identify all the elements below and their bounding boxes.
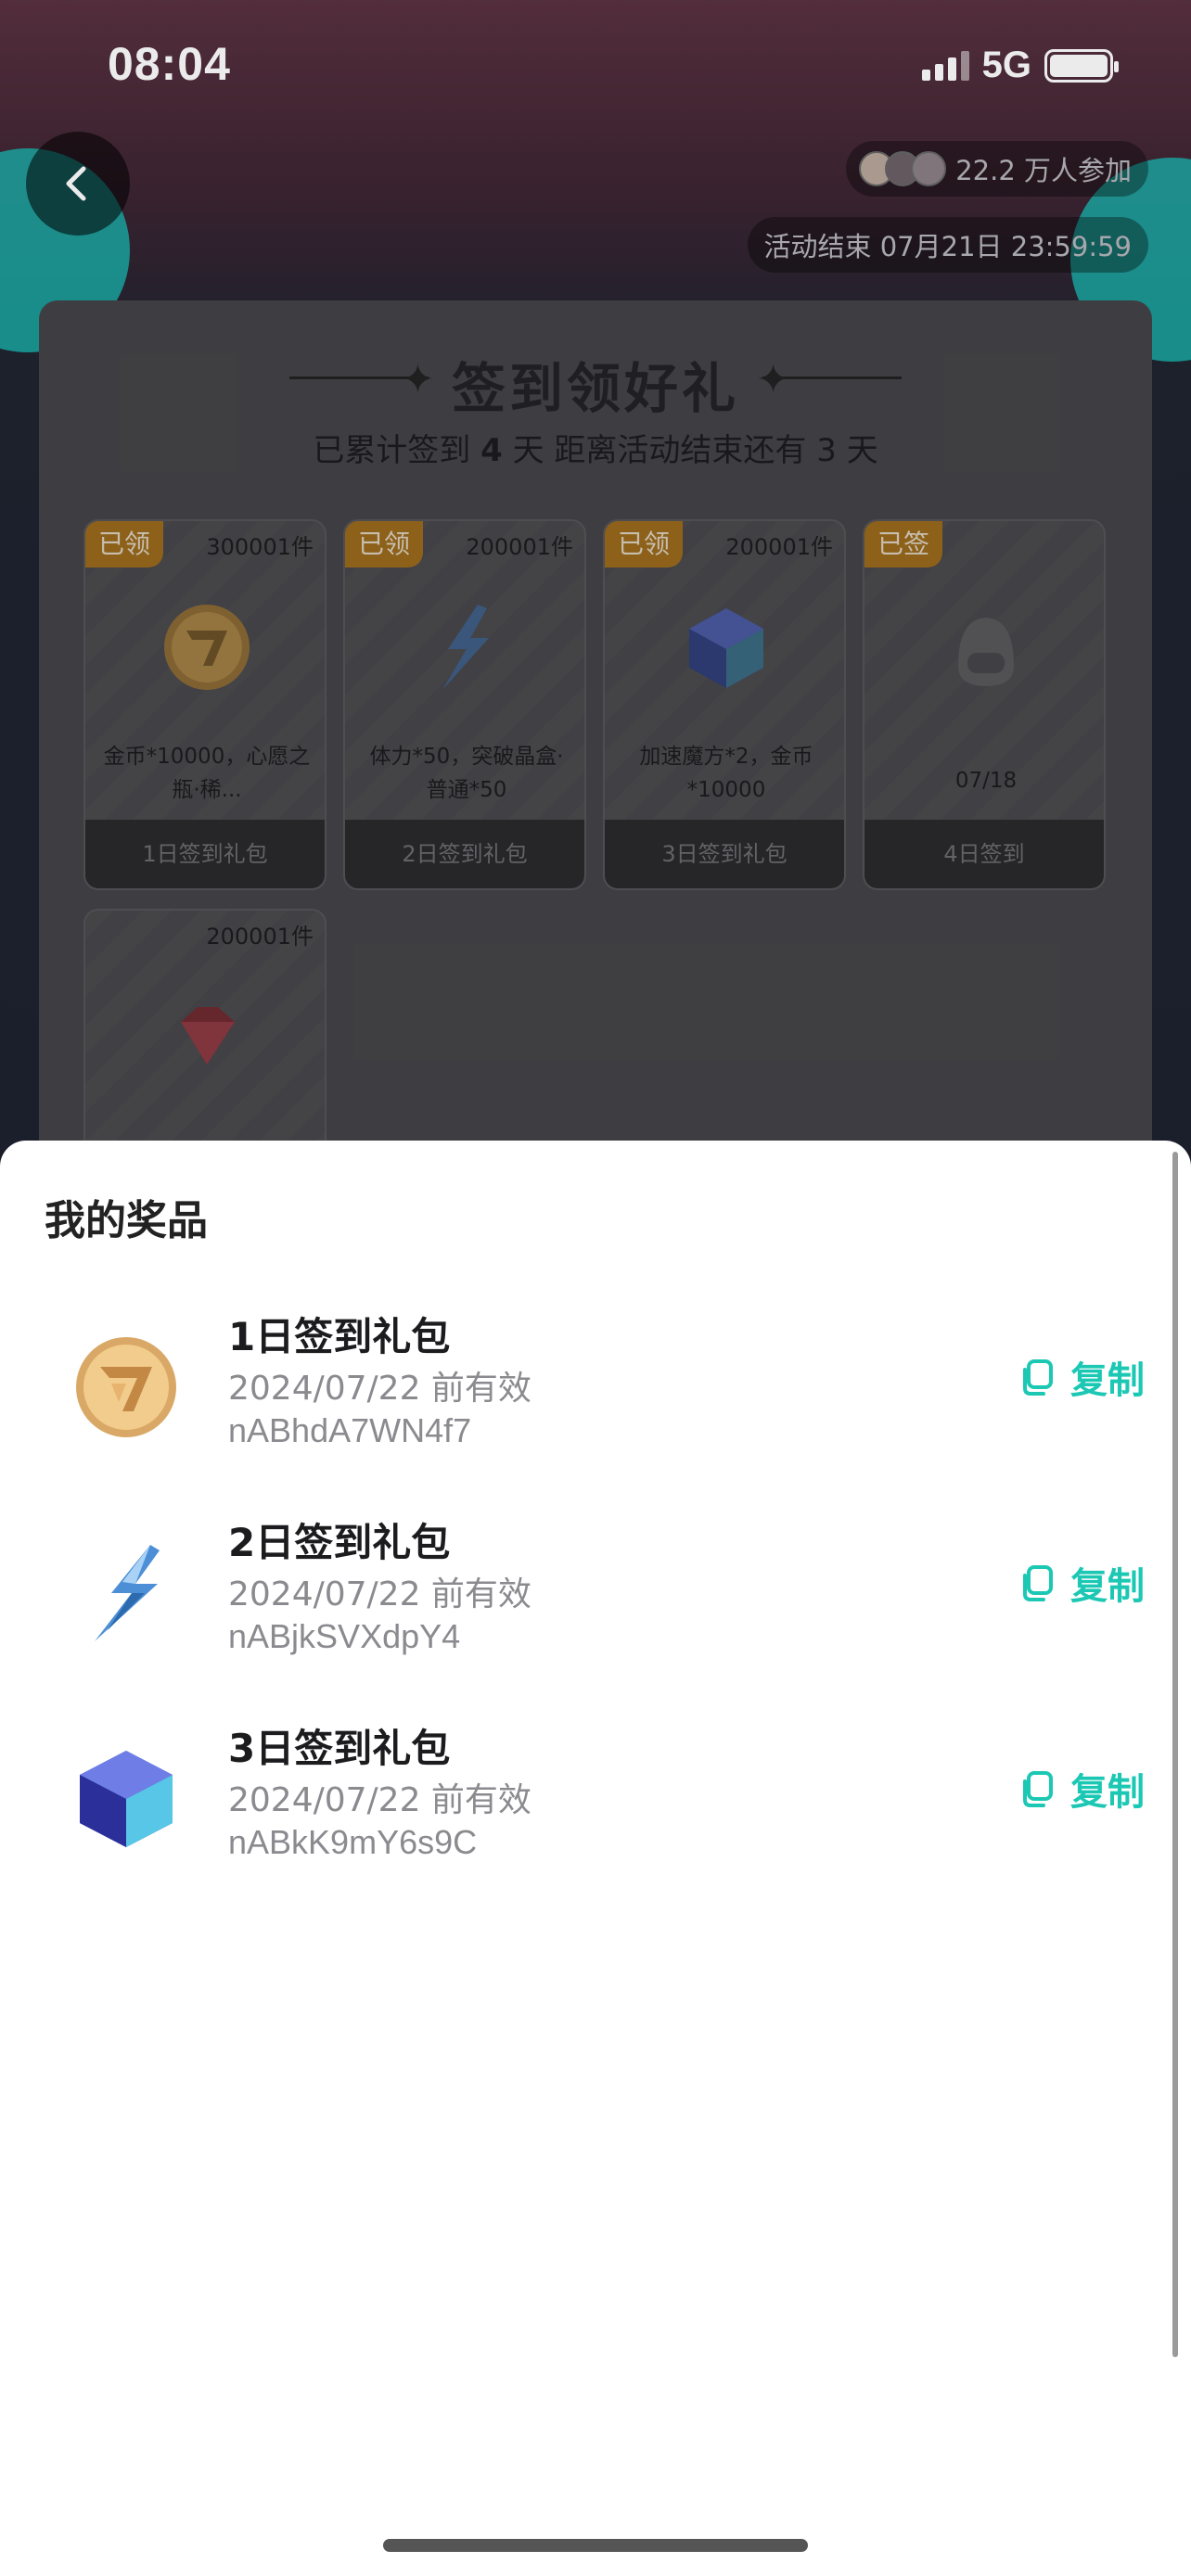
lightning-icon <box>95 1545 160 1641</box>
prize-validity: 2024/07/22 前有效 <box>228 1781 531 1819</box>
prize-validity: 2024/07/22 前有效 <box>228 1575 531 1613</box>
copy-button[interactable]: 复制 <box>1017 1350 1145 1404</box>
copy-icon <box>1023 1359 1053 1396</box>
dim-overlay[interactable] <box>0 0 1191 1150</box>
prize-item-1: 1日签到礼包 2024/07/22 前有效 nABhdA7WN4f7 复制 <box>0 1304 1191 1489</box>
copy-label: 复制 <box>1070 1771 1145 1814</box>
copy-button[interactable]: 复制 <box>1017 1762 1145 1816</box>
gold-coin-icon <box>76 1337 176 1437</box>
cube-icon <box>80 1751 173 1847</box>
copy-icon <box>1023 1565 1053 1601</box>
prize-name: 1日签到礼包 <box>228 1314 451 1359</box>
prize-code: nABhdA7WN4f7 <box>228 1411 472 1449</box>
sheet-title: 我的奖品 <box>45 1197 208 1244</box>
prize-item-3: 3日签到礼包 2024/07/22 前有效 nABkK9mY6s9C 复制 <box>0 1715 1191 1901</box>
copy-label: 复制 <box>1070 1359 1145 1402</box>
home-indicator[interactable] <box>383 2539 808 2552</box>
prize-name: 2日签到礼包 <box>228 1520 451 1565</box>
prize-code: nABkK9mY6s9C <box>228 1823 478 1861</box>
prize-item-2: 2日签到礼包 2024/07/22 前有效 nABjkSVXdpY4 复制 <box>0 1510 1191 1695</box>
copy-button[interactable]: 复制 <box>1017 1556 1145 1610</box>
prize-validity: 2024/07/22 前有效 <box>228 1370 531 1408</box>
copy-label: 复制 <box>1070 1565 1145 1608</box>
my-prizes-sheet: 我的奖品 1日签到礼包 2024/07/22 前有效 nABhdA7WN4f7 … <box>0 1141 1191 2576</box>
copy-icon <box>1023 1771 1053 1807</box>
prize-code: nABjkSVXdpY4 <box>228 1617 461 1655</box>
prize-name: 3日签到礼包 <box>228 1726 451 1771</box>
